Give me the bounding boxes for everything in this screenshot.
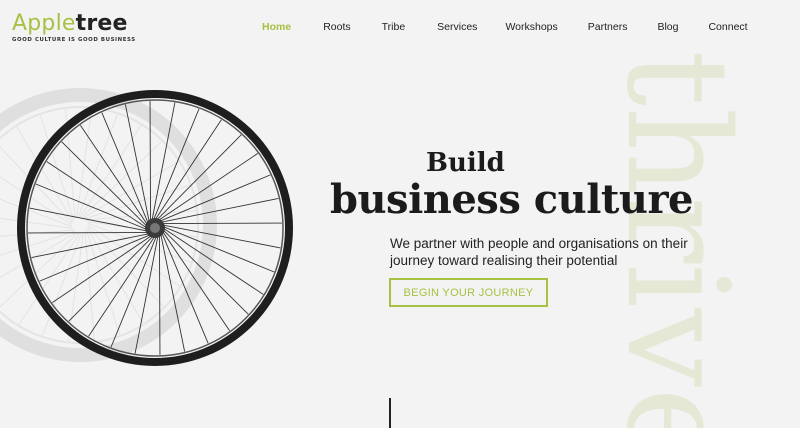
- logo-wordmark: Appletree: [12, 12, 136, 36]
- nav-item-connect[interactable]: Connect: [708, 21, 747, 33]
- nav-item-partners[interactable]: Partners: [588, 21, 628, 33]
- logo-word-part1: Apple: [12, 11, 76, 36]
- hero-subtitle: We partner with people and organisations…: [390, 236, 688, 268]
- logo-tagline: GOOD CULTURE IS GOOD BUSINESS: [12, 37, 136, 43]
- nav-item-blog[interactable]: Blog: [657, 21, 678, 33]
- nav-item-tribe[interactable]: Tribe: [382, 21, 406, 33]
- back-wheel: [0, 88, 217, 362]
- hero-heading-line2: business culture: [330, 176, 693, 223]
- begin-journey-button[interactable]: BEGIN YOUR JOURNEY: [389, 278, 548, 307]
- bicycle-wheels-image: [0, 88, 293, 366]
- nav-item-workshops[interactable]: Workshops: [505, 21, 557, 33]
- nav-item-roots[interactable]: Roots: [323, 21, 350, 33]
- nav-item-services[interactable]: Services: [437, 21, 477, 33]
- nav-item-home[interactable]: Home: [262, 21, 291, 33]
- main-nav: Home Roots Tribe Services Workshops Part…: [262, 21, 748, 33]
- scroll-indicator[interactable]: [389, 398, 391, 428]
- logo-word-part2: tree: [75, 11, 128, 36]
- page: thrive Appletree GOOD CULTURE IS GOOD BU…: [0, 0, 800, 428]
- logo[interactable]: Appletree GOOD CULTURE IS GOOD BUSINESS: [12, 12, 136, 44]
- hero-heading-line1: Build: [426, 148, 505, 178]
